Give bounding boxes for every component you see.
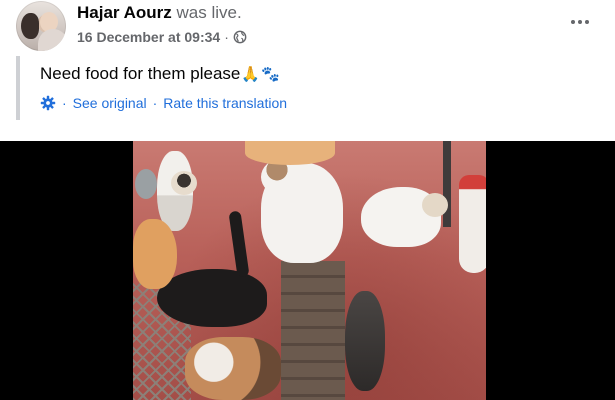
avatar-hair — [21, 13, 39, 39]
globe-icon[interactable] — [233, 30, 247, 44]
avatar-body — [38, 29, 66, 51]
orange-cat-top — [245, 141, 335, 165]
post-header: Hajar Aourz was live. 16 December at 09:… — [0, 0, 615, 56]
paw-prints-emoji: 🐾 — [261, 65, 280, 83]
author-avatar[interactable] — [16, 1, 66, 51]
translated-text-block: Need food for them please🙏🐾 · See origin… — [16, 56, 580, 120]
see-original-link[interactable]: See original — [73, 94, 147, 112]
author-name-link[interactable]: Hajar Aourz — [77, 3, 172, 22]
bowl — [135, 169, 157, 199]
black-cat — [157, 269, 267, 327]
bucket — [459, 175, 486, 273]
cats-bottom-cluster — [185, 337, 281, 400]
pole — [443, 141, 451, 227]
translation-separator: · — [62, 95, 67, 111]
author-status: was live. — [176, 3, 242, 22]
post-meta: 16 December at 09:34 · — [77, 28, 247, 46]
post-text: Need food for them please🙏🐾 — [40, 63, 280, 85]
translation-bar: · See original · Rate this translation — [40, 94, 287, 112]
orange-cat-left — [133, 219, 177, 289]
gear-icon[interactable] — [40, 95, 56, 111]
post-message: Need food for them please — [40, 64, 241, 83]
translation-separator-2: · — [152, 95, 158, 111]
rate-translation-link[interactable]: Rate this translation — [163, 94, 287, 112]
wooden-crate — [281, 261, 345, 400]
more-options-button[interactable] — [566, 10, 594, 34]
white-cat-right-head — [422, 193, 448, 217]
author-line: Hajar Aourz was live. — [77, 2, 242, 24]
folded-hands-emoji: 🙏 — [241, 65, 261, 83]
video-frame — [133, 141, 486, 400]
post-timestamp[interactable]: 16 December at 09:34 — [77, 28, 220, 46]
tabby-cat-bottom — [345, 291, 385, 391]
calico-cat-left-head — [171, 171, 197, 195]
meta-separator: · — [224, 29, 229, 45]
live-video-player[interactable] — [0, 141, 615, 400]
more-horizontal-icon — [571, 20, 575, 24]
